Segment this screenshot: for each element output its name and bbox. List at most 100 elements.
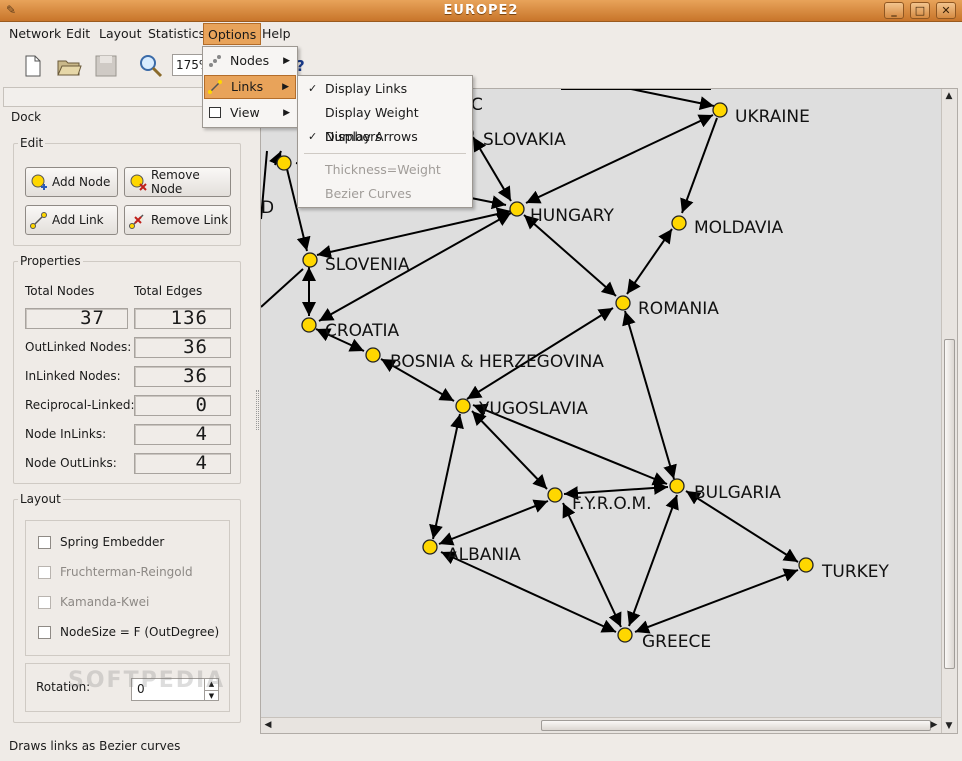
fruchterman-reingold-checkbox — [38, 566, 51, 579]
dock-title: Dock — [11, 110, 42, 124]
scroll-up-arrow-icon[interactable]: ▲ — [942, 89, 956, 103]
menu-item-display-weight-numbers[interactable]: Display Weight Numbers — [299, 101, 471, 144]
edge — [627, 494, 679, 627]
edge — [525, 114, 714, 204]
node-hungary[interactable] — [509, 201, 525, 217]
label-yugoslavia: YUGOSLAVIA — [478, 399, 588, 419]
zoom-select[interactable]: 175% — [172, 54, 206, 76]
minimize-button[interactable]: _ — [884, 2, 904, 19]
vertical-scroll-thumb[interactable] — [944, 339, 955, 669]
label-partial-d: D — [261, 198, 274, 218]
menu-statistics[interactable]: Statistics — [148, 26, 205, 41]
remove-link-icon — [129, 214, 144, 229]
total-edges-label: Total Edges — [134, 284, 203, 298]
scroll-right-arrow-icon[interactable]: ▶ — [927, 718, 941, 732]
dock-splitter-handle[interactable] — [256, 390, 259, 430]
submenu-arrow-icon: ▶ — [283, 108, 290, 118]
check-icon: ✓ — [308, 82, 318, 95]
menu-item-thickness-weight: Thickness=Weight — [299, 158, 471, 182]
remove-node-icon — [130, 174, 147, 191]
add-node-icon — [31, 174, 47, 190]
horizontal-scroll-thumb[interactable] — [541, 720, 931, 731]
node-fyrom[interactable] — [547, 487, 563, 503]
node-albania[interactable] — [422, 539, 438, 555]
node-romania[interactable] — [615, 295, 631, 311]
display-links-label: Display Links — [325, 81, 408, 96]
node-turkey[interactable] — [798, 557, 814, 573]
label-bosnia: BOSNIA & HERZEGOVINA — [390, 352, 604, 372]
menu-item-nodes[interactable]: Nodes ▶ — [204, 49, 296, 73]
vertical-scrollbar[interactable]: ▲ ▼ — [941, 89, 957, 733]
total-nodes-display: 37 — [25, 308, 128, 329]
add-link-icon — [30, 212, 47, 229]
links-icon — [208, 80, 222, 94]
add-node-button[interactable]: Add Node — [25, 167, 118, 197]
label-greece: GREECE — [642, 632, 711, 652]
new-file-icon[interactable] — [18, 52, 46, 80]
nodes-icon — [209, 55, 221, 67]
thickness-weight-label: Thickness=Weight — [325, 162, 441, 177]
edge — [261, 268, 304, 308]
layout-group-title: Layout — [20, 492, 61, 506]
add-link-button[interactable]: Add Link — [25, 205, 118, 235]
node-yugoslavia[interactable] — [455, 398, 471, 414]
edge — [471, 410, 548, 490]
label-romania: ROMANIA — [638, 299, 719, 319]
label-bulgaria: BULGARIA — [694, 483, 781, 503]
menu-help[interactable]: Help — [262, 26, 291, 41]
menu-item-bezier-curves: Bezier Curves — [299, 182, 471, 206]
node-bosnia[interactable] — [365, 347, 381, 363]
node-moldavia[interactable] — [671, 215, 687, 231]
label-fyrom: F.Y.R.O.M. — [572, 494, 652, 514]
menu-item-view[interactable]: View ▶ — [204, 101, 296, 125]
node-outlinks-display: 4 — [134, 453, 231, 474]
label-moldavia: MOLDAVIA — [694, 218, 783, 238]
menu-bar: Network Edit Layout Statistics Options H… — [0, 23, 962, 45]
menu-edit[interactable]: Edit — [66, 26, 90, 41]
remove-node-button[interactable]: Remove Node — [124, 167, 231, 197]
remove-link-button[interactable]: Remove Link — [124, 205, 231, 235]
node-bulgaria[interactable] — [669, 478, 685, 494]
node-greece[interactable] — [617, 627, 633, 643]
zoom-icon[interactable] — [137, 52, 165, 80]
node-croatia[interactable] — [301, 317, 317, 333]
menu-item-nodes-label: Nodes — [230, 53, 270, 68]
kamanda-kwei-checkbox — [38, 596, 51, 609]
horizontal-scrollbar[interactable]: ◀ ▶ — [261, 717, 941, 733]
menu-item-links[interactable]: Links ▶ — [204, 75, 296, 99]
total-edges-display: 136 — [134, 308, 231, 329]
node-ukraine[interactable] — [712, 102, 728, 118]
toolbar — [0, 46, 962, 86]
nodesize-outdegree-checkbox[interactable] — [38, 626, 51, 639]
node-outlinks-label: Node OutLinks: — [25, 456, 117, 470]
inlinked-nodes-display: 36 — [134, 366, 231, 387]
spring-embedder-checkbox[interactable] — [38, 536, 51, 549]
node-partial-d[interactable] — [276, 155, 292, 171]
fruchterman-reingold-label: Fruchterman-Reingold — [60, 565, 193, 579]
edge — [626, 228, 673, 295]
submenu-arrow-icon: ▶ — [282, 82, 289, 92]
outlinked-nodes-label: OutLinked Nodes: — [25, 340, 132, 354]
menu-layout[interactable]: Layout — [99, 26, 142, 41]
label-croatia: CROATIA — [325, 321, 399, 341]
open-folder-icon[interactable] — [55, 52, 83, 80]
edge — [563, 480, 669, 501]
menu-item-display-arrows[interactable]: ✓ Display Arrows — [299, 125, 471, 149]
check-icon: ✓ — [308, 130, 318, 143]
add-node-label: Add Node — [52, 175, 111, 189]
options-menu: Nodes ▶ Links ▶ View ▶ — [202, 46, 298, 128]
scroll-left-arrow-icon[interactable]: ◀ — [261, 718, 275, 732]
remove-link-label: Remove Link — [151, 213, 229, 227]
close-button[interactable]: ✕ — [936, 2, 956, 19]
total-nodes-label: Total Nodes — [25, 284, 95, 298]
menu-network[interactable]: Network — [9, 26, 61, 41]
node-slovenia[interactable] — [302, 252, 318, 268]
title-bar: ✎ EUROPE2 _ □ ✕ — [0, 0, 962, 22]
maximize-button[interactable]: □ — [910, 2, 930, 19]
menu-item-display-links[interactable]: ✓ Display Links — [299, 77, 471, 101]
scroll-down-arrow-icon[interactable]: ▼ — [942, 719, 956, 733]
edge — [634, 568, 799, 634]
label-albania: ALBANIA — [447, 545, 521, 565]
reciprocal-linked-display: 0 — [134, 395, 231, 416]
menu-options[interactable]: Options — [203, 23, 262, 45]
